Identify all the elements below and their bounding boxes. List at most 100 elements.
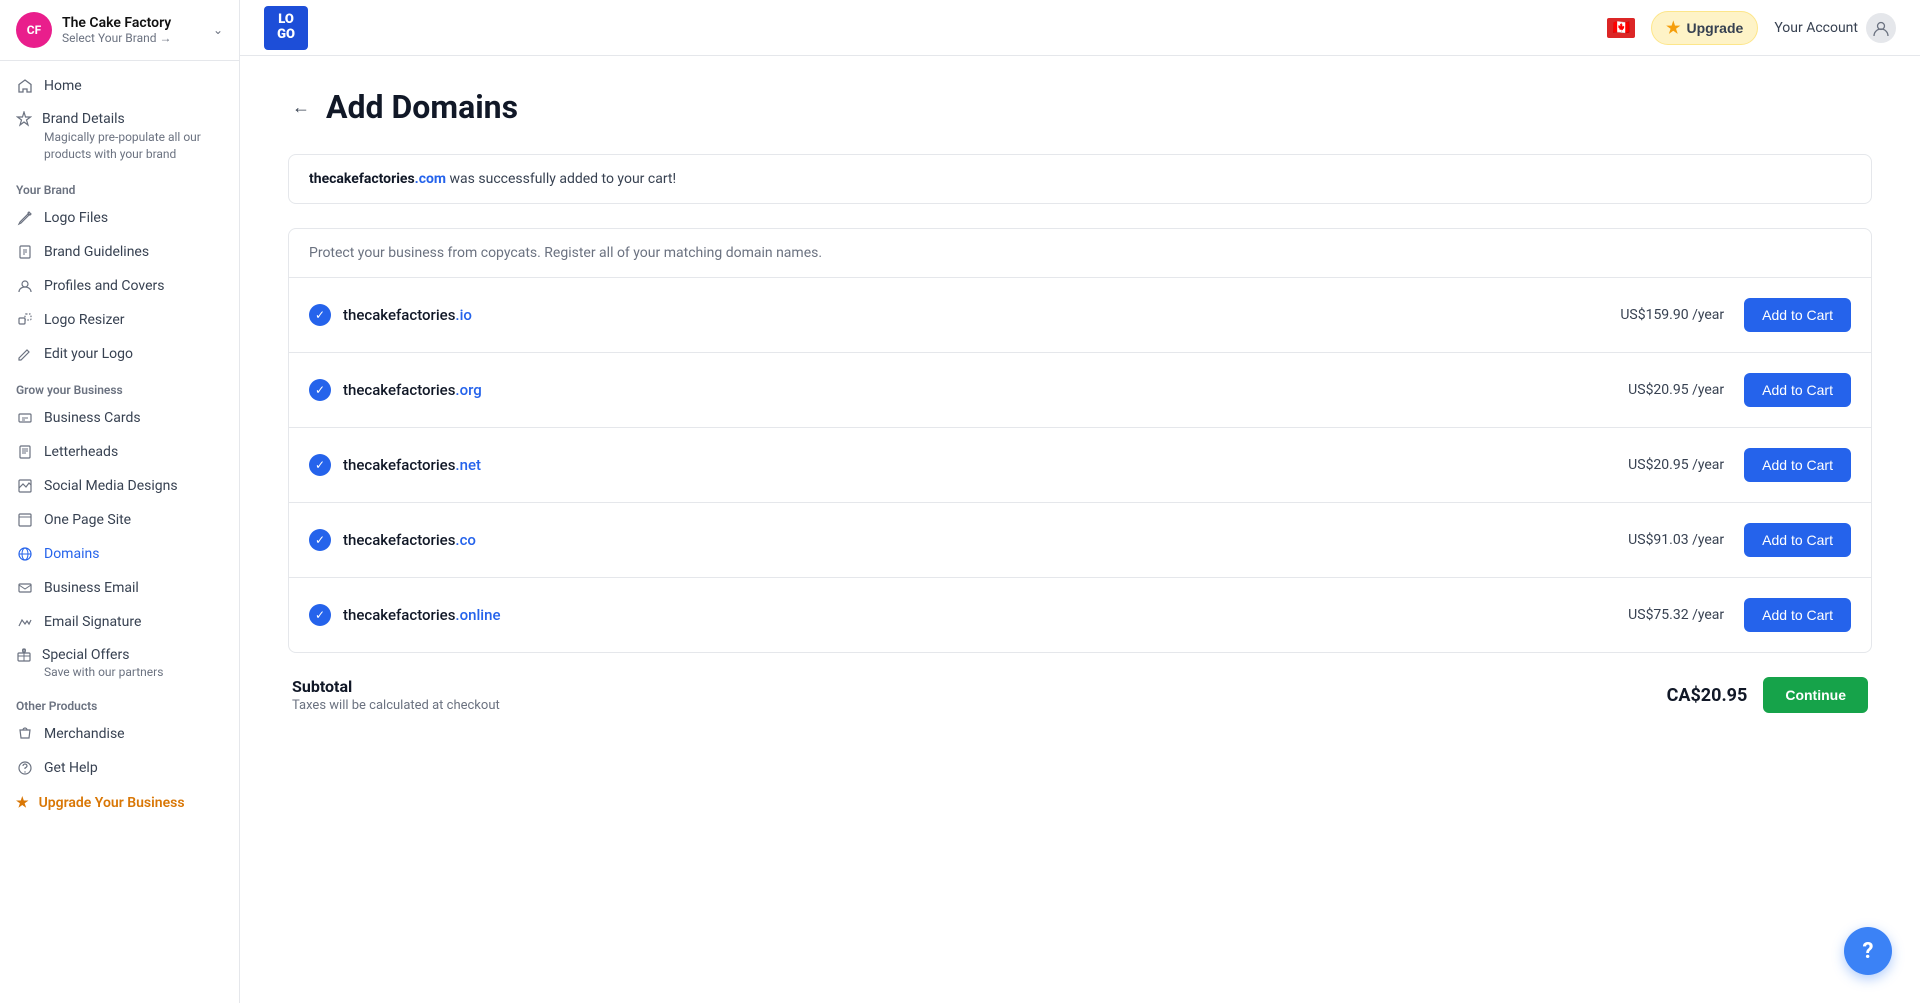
page-title: Add Domains [326,88,518,126]
sidebar-item-special-offers[interactable]: Special Offers Save with our partners [0,639,239,687]
back-button[interactable]: ← [288,93,314,122]
sidebar-item-profiles-covers[interactable]: Profiles and Covers [0,269,239,303]
chevron-down-icon: ⌄ [213,23,223,37]
business-card-icon [16,409,34,427]
subtotal-sub: Taxes will be calculated at checkout [292,698,500,713]
check-circle-icon: ✓ [309,604,331,626]
social-media-icon [16,477,34,495]
success-message: was successfully added to your cart! [446,171,676,187]
add-to-cart-button[interactable]: Add to Cart [1744,448,1851,482]
domain-row: ✓ thecakefactories.org US$20.95 /year Ad… [289,353,1871,428]
sidebar-item-get-help[interactable]: Get Help [0,751,239,785]
domain-ext: .online [455,606,500,624]
home-icon [16,77,34,95]
domain-ext: .co [455,531,476,549]
sidebar-item-edit-logo[interactable]: Edit your Logo [0,337,239,371]
domain-price: US$91.03 /year [1628,532,1724,548]
success-domain-tld: .com [415,171,446,187]
domain-icon [16,545,34,563]
subtotal-section: Subtotal Taxes will be calculated at che… [288,677,1872,713]
sidebar-item-brand-guidelines[interactable]: Brand Guidelines [0,235,239,269]
brand-details-title-row: Brand Details [16,111,223,127]
sidebar-item-home[interactable]: Home [0,69,239,103]
sidebar-item-email-signature[interactable]: Email Signature [0,605,239,639]
brand-details-subtitle: Magically pre-populate all our products … [16,129,223,163]
merchandise-icon [16,725,34,743]
sidebar-item-domains[interactable]: Domains [0,537,239,571]
domain-base: thecakefactories [343,306,455,324]
upgrade-button[interactable]: ★ Upgrade [1651,11,1758,45]
sidebar-item-merchandise[interactable]: Merchandise [0,717,239,751]
domains-protect-box: Protect your business from copycats. Reg… [288,228,1872,653]
special-offers-title-row: Special Offers [16,647,223,663]
edit-logo-label: Edit your Logo [44,346,133,362]
gift-icon [16,647,32,663]
sidebar-header[interactable]: CF The Cake Factory Select Your Brand → … [0,0,239,61]
select-brand-link[interactable]: Select Your Brand → [62,31,203,45]
sidebar-item-letterheads[interactable]: Letterheads [0,435,239,469]
domain-text: thecakefactories.io [343,306,472,324]
protect-header: Protect your business from copycats. Reg… [289,229,1871,278]
sidebar-company-info: The Cake Factory Select Your Brand → [62,15,203,45]
continue-button[interactable]: Continue [1763,677,1868,713]
grow-business-section-label: Grow your Business [0,371,239,401]
logo-files-label: Logo Files [44,210,108,226]
book-icon [16,243,34,261]
sparkle-icon [16,111,32,127]
domain-row: ✓ thecakefactories.co US$91.03 /year Add… [289,503,1871,578]
domain-row-left: ✓ thecakefactories.org [309,379,482,401]
logo-line1: LO [277,13,295,27]
domain-price: US$20.95 /year [1628,457,1724,473]
site-icon [16,511,34,529]
sidebar-item-social-media[interactable]: Social Media Designs [0,469,239,503]
topnav-right-controls: 🇨🇦 ★ Upgrade Your Account [1607,11,1896,45]
domain-text: thecakefactories.net [343,456,481,474]
social-media-label: Social Media Designs [44,478,178,494]
domain-text: thecakefactories.co [343,531,476,549]
domain-ext: .org [455,381,481,399]
domain-price: US$159.90 /year [1620,307,1724,323]
your-brand-section-label: Your Brand [0,171,239,201]
resize-icon [16,311,34,329]
main-area: LO GO 🇨🇦 ★ Upgrade Your Account [240,0,1920,1003]
account-avatar [1866,13,1896,43]
domain-row-right: US$159.90 /year Add to Cart [1620,298,1851,332]
sidebar-navigation: Home Brand Details Magically pre-populat… [0,61,239,1003]
sidebar-item-logo-resizer[interactable]: Logo Resizer [0,303,239,337]
signature-icon [16,613,34,631]
domain-ext: .net [455,456,481,474]
business-cards-label: Business Cards [44,410,141,426]
app-logo: LO GO [264,6,308,50]
subtotal-left: Subtotal Taxes will be calculated at che… [292,677,500,713]
add-to-cart-button[interactable]: Add to Cart [1744,598,1851,632]
add-to-cart-button[interactable]: Add to Cart [1744,298,1851,332]
domain-text: thecakefactories.org [343,381,482,399]
letterheads-label: Letterheads [44,444,118,460]
sidebar-item-upgrade-business[interactable]: ★ Upgrade Your Business [0,785,239,821]
domain-rows-container: ✓ thecakefactories.io US$159.90 /year Ad… [289,278,1871,652]
add-to-cart-button[interactable]: Add to Cart [1744,373,1851,407]
logo-line2: GO [277,28,295,42]
sidebar-item-business-cards[interactable]: Business Cards [0,401,239,435]
domain-row: ✓ thecakefactories.io US$159.90 /year Ad… [289,278,1871,353]
account-button[interactable]: Your Account [1774,13,1896,43]
get-help-label: Get Help [44,760,98,776]
other-products-section-label: Other Products [0,687,239,717]
special-offers-subtitle: Save with our partners [16,665,223,679]
sidebar: CF The Cake Factory Select Your Brand → … [0,0,240,1003]
add-to-cart-button[interactable]: Add to Cart [1744,523,1851,557]
sidebar-item-brand-details[interactable]: Brand Details Magically pre-populate all… [0,103,239,171]
domain-text: thecakefactories.online [343,606,500,624]
sidebar-item-one-page-site[interactable]: One Page Site [0,503,239,537]
edit-icon [16,345,34,363]
page-header: ← Add Domains [288,88,1872,126]
brand-guidelines-label: Brand Guidelines [44,244,149,260]
domain-row-right: US$75.32 /year Add to Cart [1628,598,1851,632]
domain-price: US$75.32 /year [1628,607,1724,623]
sidebar-item-business-email[interactable]: Business Email [0,571,239,605]
canada-flag-icon[interactable]: 🇨🇦 [1607,18,1635,38]
page-content: ← Add Domains thecakefactories .com was s… [240,56,1920,1003]
sidebar-item-logo-files[interactable]: Logo Files [0,201,239,235]
help-icon [16,759,34,777]
help-bubble[interactable]: ? [1844,927,1892,975]
